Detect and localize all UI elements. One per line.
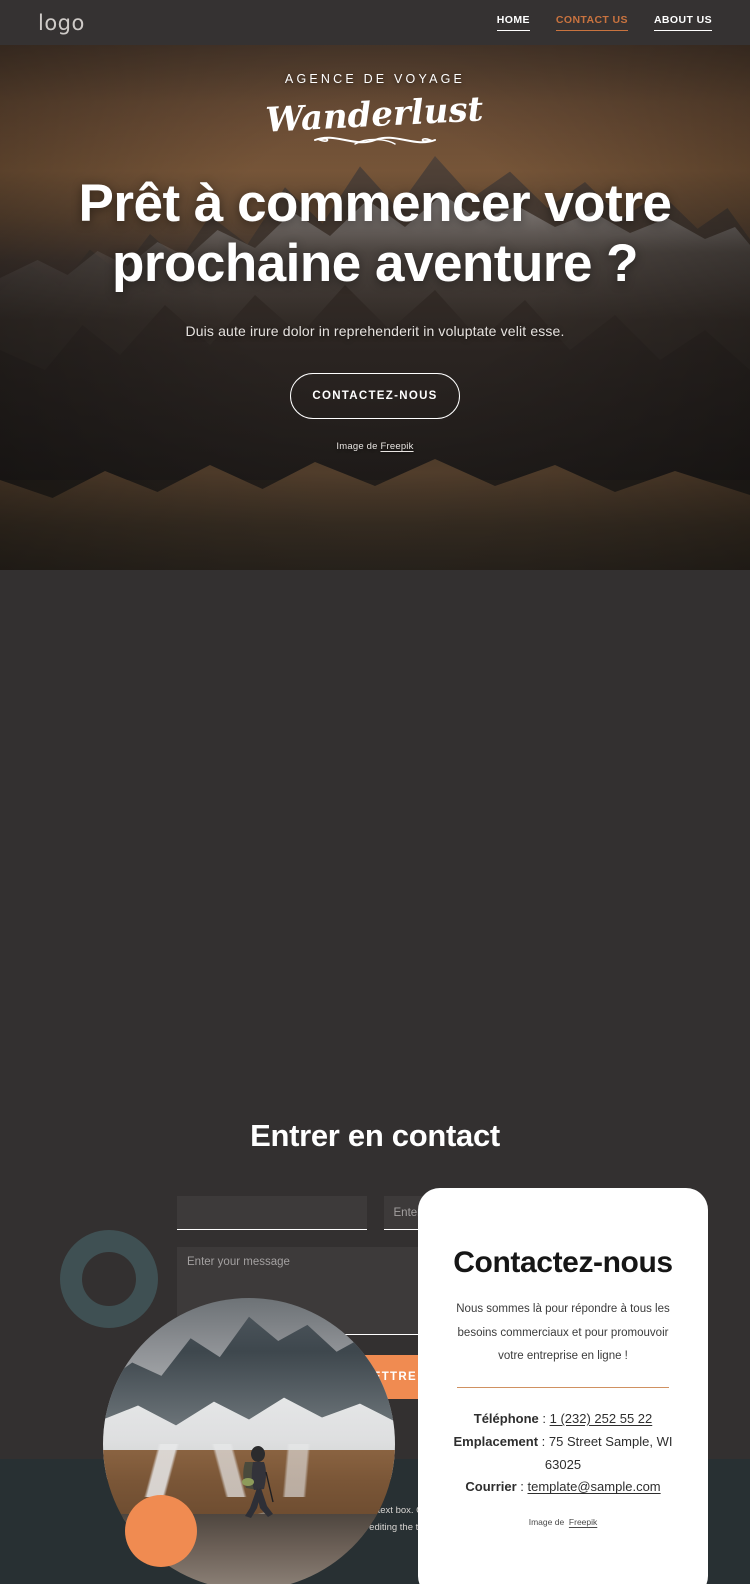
form-section-title: Entrer en contact bbox=[250, 1118, 500, 1153]
hiker-figure-icon bbox=[242, 1446, 275, 1518]
contact-email-value[interactable]: template@sample.com bbox=[528, 1479, 661, 1494]
contact-card-description: Nous sommes là pour répondre à tous les … bbox=[456, 1303, 670, 1363]
contact-location-label: Emplacement bbox=[453, 1433, 539, 1449]
contact-location-row: Emplacement : 75 Street Sample, WI 63025 bbox=[444, 1431, 682, 1477]
site-logo[interactable]: logo bbox=[38, 11, 85, 35]
nav-item-contact-us[interactable]: CONTACT US bbox=[555, 14, 629, 31]
hero-image-credit: Image de Freepik bbox=[0, 441, 750, 452]
contact-phone-label: Téléphone bbox=[473, 1411, 539, 1427]
nav-item-about-us[interactable]: ABOUT US bbox=[653, 14, 713, 31]
contact-email-separator: : bbox=[516, 1479, 528, 1495]
hero-credit-link[interactable]: Freepik bbox=[380, 441, 413, 452]
contact-card-details: Téléphone : 1 (232) 252 55 22 Emplacemen… bbox=[444, 1408, 682, 1499]
hero-eyebrow: AGENCE DE VOYAGE bbox=[284, 72, 466, 86]
decorative-circle-orange bbox=[125, 1495, 197, 1567]
nav-item-home[interactable]: HOME bbox=[496, 14, 531, 31]
contact-card-divider bbox=[457, 1386, 669, 1389]
card-credit-prefix: Image de bbox=[528, 1517, 565, 1528]
contact-email-label: Courrier bbox=[465, 1479, 517, 1495]
contact-email-row: Courrier : template@sample.com bbox=[444, 1476, 682, 1499]
contact-phone-row: Téléphone : 1 (232) 252 55 22 bbox=[444, 1408, 682, 1431]
hero-credit-prefix: Image de bbox=[336, 440, 378, 452]
hero-subtitle: Duis aute irure dolor in reprehenderit i… bbox=[185, 322, 565, 339]
hero-content: AGENCE DE VOYAGE Wanderlust Prêt à comme… bbox=[0, 0, 750, 452]
svg-text:Wanderlust: Wanderlust bbox=[265, 89, 485, 140]
main-navigation: HOME CONTACT US ABOUT US bbox=[496, 14, 713, 31]
contact-section: Contactez-nous Nous sommes là pour répon… bbox=[0, 570, 750, 1584]
contact-card-title: Contactez-nous bbox=[453, 1246, 673, 1279]
card-image-credit: Image de Freepik bbox=[444, 1517, 682, 1527]
hero-cta-button[interactable]: CONTACTEZ-NOUS bbox=[290, 372, 460, 419]
contact-phone-separator: : bbox=[538, 1411, 550, 1427]
wanderlust-script-logo: Wanderlust bbox=[0, 89, 750, 152]
contact-phone-value[interactable]: 1 (232) 252 55 22 bbox=[550, 1411, 653, 1426]
card-credit-link[interactable]: Freepik bbox=[569, 1517, 597, 1527]
name-input[interactable] bbox=[177, 1196, 367, 1230]
contact-info-card: Contactez-nous Nous sommes là pour répon… bbox=[418, 1188, 708, 1584]
contact-location-value: 75 Street Sample, WI 63025 bbox=[544, 1433, 673, 1472]
site-header: logo HOME CONTACT US ABOUT US bbox=[0, 0, 750, 45]
page-root: logo HOME CONTACT US ABOUT US AGENCE DE … bbox=[0, 0, 750, 1584]
hero-section: AGENCE DE VOYAGE Wanderlust Prêt à comme… bbox=[0, 0, 750, 570]
contact-location-separator: : bbox=[538, 1433, 549, 1449]
hero-title: Prêt à commencer votre prochaine aventur… bbox=[78, 174, 672, 294]
